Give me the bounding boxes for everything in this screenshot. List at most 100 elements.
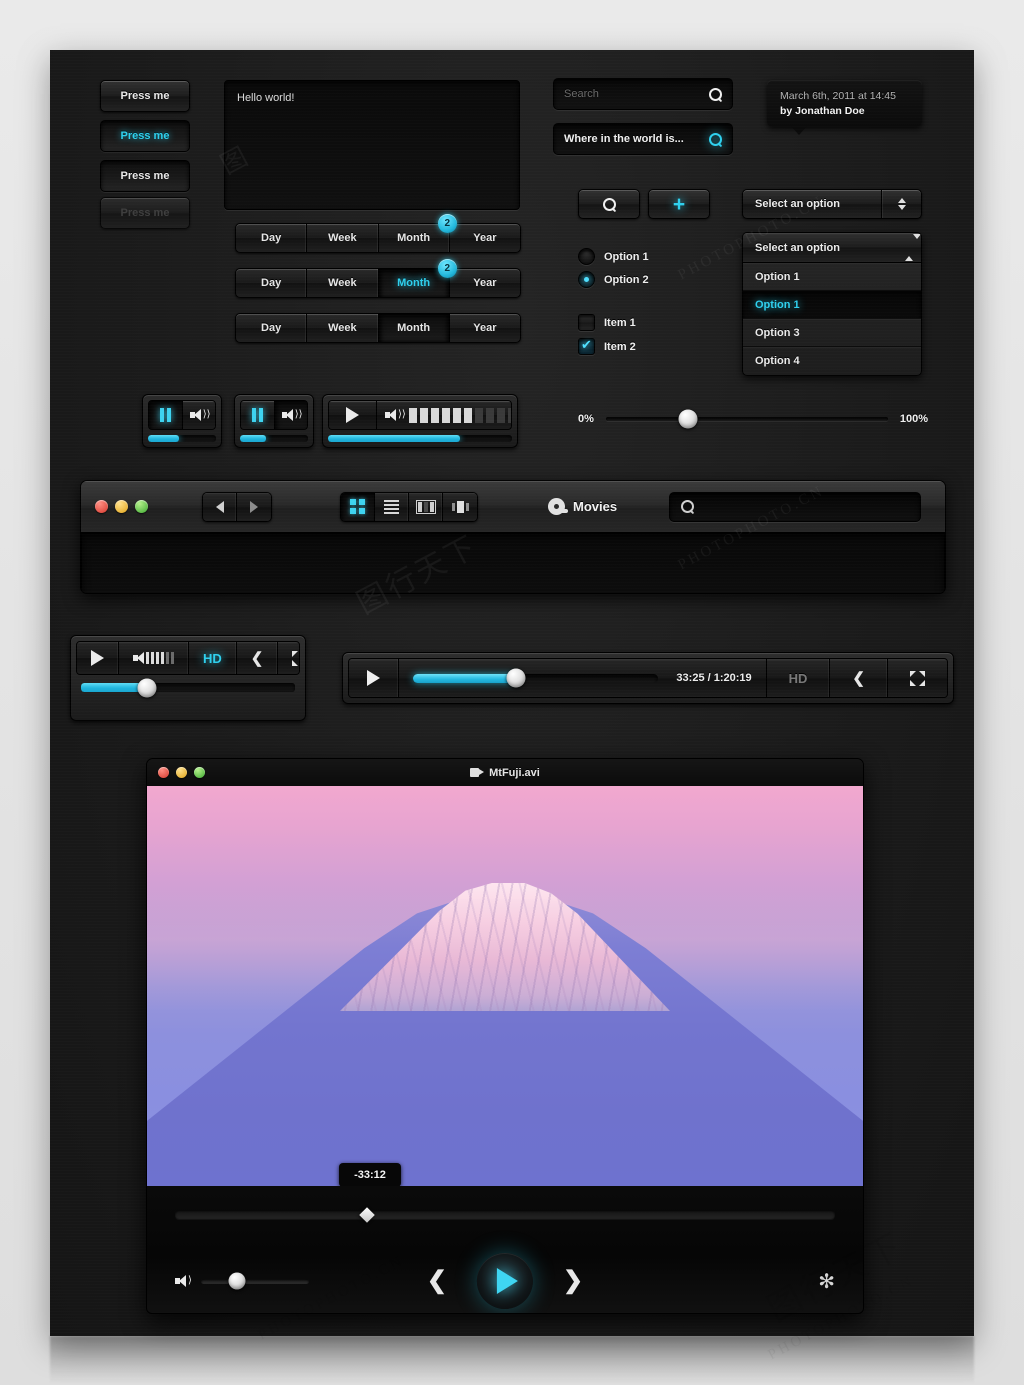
forward-button[interactable] <box>237 492 271 521</box>
select-closed[interactable]: Select an option <box>742 189 922 219</box>
play-button[interactable] <box>477 1253 533 1309</box>
seg-1-week[interactable]: Week <box>307 224 379 252</box>
navigation-buttons[interactable] <box>202 491 272 522</box>
volume-button[interactable]: ⟩⟩ <box>182 401 215 429</box>
seg-2-day[interactable]: Day <box>236 269 308 297</box>
window-traffic-lights[interactable] <box>95 500 148 513</box>
mini-player-3-buttons[interactable]: ⟩⟩ <box>328 400 512 430</box>
seg-1-month[interactable]: Month 2 <box>379 214 457 252</box>
checkbox-row-2[interactable]: Item 2 <box>578 337 636 355</box>
percent-range-slider[interactable]: 0% 100% <box>578 409 928 429</box>
zoom-button-icon[interactable] <box>194 767 205 778</box>
zoom-button-icon[interactable] <box>135 500 148 513</box>
mini-player-2[interactable]: ⟩⟩ <box>234 394 314 448</box>
coverflow-view-button[interactable] <box>443 492 477 521</box>
movies-search-input[interactable] <box>669 491 922 522</box>
select-stepper-icon[interactable] <box>881 190 921 218</box>
seg-2-month-selected[interactable]: Month 2 <box>378 259 457 297</box>
play-button[interactable] <box>349 659 399 697</box>
seg-1-day[interactable]: Day <box>236 224 308 252</box>
view-mode-buttons[interactable] <box>340 491 478 522</box>
seg-3-year[interactable]: Year <box>450 314 520 342</box>
player-bar-small[interactable]: HD ❮ <box>70 635 306 721</box>
segmented-control-1[interactable]: Day Week Month 2 Year <box>235 214 521 253</box>
press-me-button-1[interactable]: Press me <box>100 80 190 112</box>
share-button[interactable]: ❮ <box>236 642 279 674</box>
mini-player-3[interactable]: ⟩⟩ <box>322 394 518 448</box>
checkbox-icon-item-2-checked[interactable] <box>578 337 595 355</box>
video-controls[interactable]: ⟩ ❮ ❯ ✻ <box>147 1186 863 1313</box>
share-button[interactable]: ❮ <box>830 659 888 697</box>
select-option-2[interactable]: Option 3 <box>743 319 921 347</box>
hello-world-textarea[interactable]: Hello world! <box>224 80 520 210</box>
video-scrubber[interactable] <box>175 1206 835 1223</box>
mini-player-3-progress[interactable] <box>328 435 512 442</box>
grid-view-button[interactable] <box>341 492 375 521</box>
slider-knob[interactable] <box>678 409 698 429</box>
mini-player-2-progress[interactable] <box>240 435 308 442</box>
radio-icon-option-1[interactable] <box>578 248 595 265</box>
pause-button[interactable] <box>149 401 183 429</box>
next-button[interactable]: ❯ <box>563 1269 583 1293</box>
hd-toggle-button[interactable]: HD <box>189 642 237 674</box>
close-button-icon[interactable] <box>95 500 108 513</box>
select-option-3[interactable]: Option 4 <box>743 347 921 375</box>
speaker-icon[interactable]: ⟩ <box>175 1274 192 1288</box>
select-open[interactable]: Select an option Option 1 Option 1 Optio… <box>742 232 922 376</box>
fullscreen-button[interactable] <box>278 642 299 674</box>
select-open-header[interactable]: Select an option <box>743 233 921 263</box>
player-wide-controls[interactable]: 33:25 / 1:20:19 HD ❮ <box>348 658 948 698</box>
seg-2-year[interactable]: Year <box>450 269 520 297</box>
player-small-volume[interactable] <box>81 678 295 698</box>
seg-3-month-selected[interactable]: Month <box>378 314 450 342</box>
mini-player-1-buttons[interactable]: ⟩⟩ <box>148 400 216 430</box>
search-icon-active[interactable] <box>709 132 722 146</box>
mini-player-1-progress[interactable] <box>148 435 216 442</box>
close-button-icon[interactable] <box>158 767 169 778</box>
window-traffic-lights[interactable] <box>158 767 205 778</box>
volume-button[interactable]: ⟩⟩ <box>274 401 307 429</box>
play-button[interactable] <box>77 642 119 674</box>
segmented-control-3[interactable]: Day Week Month Year <box>235 313 521 343</box>
progress-track[interactable] <box>413 668 659 688</box>
column-view-button[interactable] <box>409 492 443 521</box>
play-button[interactable] <box>329 401 377 429</box>
select-option-1-selected[interactable]: Option 1 <box>743 291 921 319</box>
list-view-button[interactable] <box>375 492 409 521</box>
seg-3-week[interactable]: Week <box>307 314 379 342</box>
fullscreen-button[interactable] <box>888 659 947 697</box>
video-player-window[interactable]: MtFuji.avi -33:12 ⟩ ❮ ❯ ✻ <box>146 758 864 1314</box>
mini-player-1[interactable]: ⟩⟩ <box>142 394 222 448</box>
press-me-button-2-active[interactable]: Press me <box>100 120 190 152</box>
player-small-buttons[interactable]: HD ❮ <box>76 641 300 675</box>
video-volume-control[interactable]: ⟩ <box>175 1272 309 1290</box>
volume-track[interactable] <box>201 1272 309 1290</box>
slider-track[interactable] <box>605 409 888 429</box>
search-icon-button[interactable] <box>578 189 640 219</box>
playback-progress[interactable]: 33:25 / 1:20:19 <box>399 659 767 697</box>
video-stage[interactable]: -33:12 <box>147 786 863 1186</box>
minimize-button-icon[interactable] <box>176 767 187 778</box>
seg-1-year[interactable]: Year <box>450 224 520 252</box>
search-input-filled[interactable]: Where in the world is... <box>553 123 733 155</box>
radio-row-1[interactable]: Option 1 <box>578 248 649 265</box>
minimize-button-icon[interactable] <box>115 500 128 513</box>
select-option-0[interactable]: Option 1 <box>743 263 921 291</box>
segmented-control-2[interactable]: Day Week Month 2 Year <box>235 259 521 298</box>
press-me-button-3-pressed[interactable]: Press me <box>100 160 190 192</box>
progress-knob[interactable] <box>506 668 526 688</box>
add-icon-button[interactable]: + <box>648 189 710 219</box>
pause-button[interactable] <box>241 401 275 429</box>
radio-row-2[interactable]: Option 2 <box>578 271 649 288</box>
movies-window[interactable]: Movies <box>80 480 946 594</box>
hd-toggle-button[interactable]: HD <box>766 659 831 697</box>
checkbox-row-1[interactable]: Item 1 <box>578 314 636 331</box>
settings-gear-icon[interactable]: ✻ <box>818 1269 835 1294</box>
search-icon[interactable] <box>709 87 722 101</box>
search-input-empty[interactable]: Search <box>553 78 733 110</box>
seg-3-day[interactable]: Day <box>236 314 308 342</box>
checkbox-icon-item-1[interactable] <box>578 314 595 331</box>
mini-player-2-buttons[interactable]: ⟩⟩ <box>240 400 308 430</box>
volume-blocks[interactable] <box>403 407 511 423</box>
scrubber-handle[interactable] <box>359 1206 375 1223</box>
